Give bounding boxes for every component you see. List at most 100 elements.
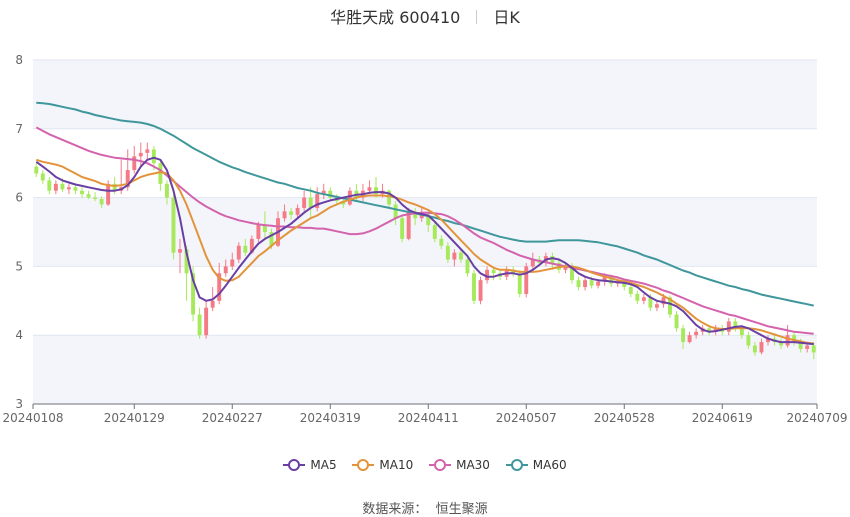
candle-body	[694, 331, 699, 336]
x-axis: 20240108 20240129 20240227 20240319 20240411…	[2, 403, 848, 425]
y-tick-label: 6	[15, 191, 23, 205]
candle-body	[243, 245, 248, 253]
candle	[66, 183, 71, 195]
x-tick-label: 20240528	[594, 411, 655, 425]
legend-swatch-ma30	[429, 459, 452, 471]
candle-body	[681, 328, 686, 343]
x-tick-label: 20240319	[300, 411, 361, 425]
legend-item-ma30[interactable]: MA30	[429, 458, 490, 472]
candle-body	[628, 287, 633, 294]
candle-body	[178, 249, 182, 253]
candle-body	[93, 197, 98, 199]
band-7	[33, 60, 817, 129]
candle-body	[145, 149, 150, 153]
candle-body	[158, 163, 163, 184]
candle-body	[439, 238, 444, 246]
candle	[315, 187, 320, 212]
candle-body	[465, 259, 470, 274]
candle-body	[171, 197, 176, 253]
candle	[733, 318, 738, 332]
candle-body	[99, 198, 104, 205]
candle-body	[295, 207, 300, 215]
x-tick-label: 20240108	[2, 411, 63, 425]
candle-body	[517, 273, 522, 294]
candle-body	[132, 156, 137, 171]
candle-body	[302, 197, 307, 208]
candle-body	[66, 187, 71, 190]
legend-item-ma60[interactable]: MA60	[505, 458, 567, 472]
candle-body	[230, 259, 235, 267]
candle-body	[393, 204, 398, 219]
candle	[197, 307, 202, 339]
y-tick-label: 3	[15, 397, 23, 411]
candle	[674, 311, 679, 332]
candle-body	[223, 266, 228, 274]
x-tick-label: 20240507	[496, 411, 557, 425]
candle-body	[805, 345, 810, 349]
y-tick-label: 8	[15, 53, 23, 67]
candle	[40, 170, 45, 184]
candle-body	[596, 281, 601, 286]
candle	[47, 176, 52, 195]
candle-body	[400, 218, 405, 239]
band-3	[33, 335, 817, 404]
legend-label-ma5: MA5	[310, 458, 337, 472]
legend-swatch-ma10	[352, 459, 375, 471]
candle-body	[445, 245, 450, 260]
background-bands	[33, 60, 817, 404]
candle	[138, 142, 143, 167]
data-source: 数据来源： 恒生聚源	[0, 498, 850, 517]
legend-label-ma10: MA10	[379, 458, 414, 472]
candle-body	[674, 314, 679, 329]
candle-body	[151, 149, 156, 164]
candle-body	[635, 293, 640, 301]
candle-body	[491, 269, 496, 274]
legend-label-ma60: MA60	[532, 458, 567, 472]
candle	[400, 214, 405, 243]
candle-body	[347, 190, 352, 205]
candle-body	[34, 166, 39, 174]
legend-item-ma5[interactable]: MA5	[283, 458, 337, 472]
candle-body	[752, 345, 757, 353]
candle	[641, 293, 646, 305]
candle	[785, 324, 790, 348]
candle-body	[164, 183, 169, 198]
candle-body	[641, 297, 646, 301]
legend-label-ma30: MA30	[456, 458, 490, 472]
candle-body	[739, 328, 744, 336]
candle-body	[210, 300, 215, 308]
candle-body	[432, 225, 437, 239]
candle	[687, 331, 692, 344]
y-tick-label: 4	[15, 328, 23, 342]
source-value: 恒生聚源	[435, 502, 488, 517]
candle-body	[282, 211, 287, 219]
candle-body	[40, 173, 45, 181]
candle	[478, 276, 483, 305]
x-tick-label: 20240129	[104, 411, 165, 425]
legend-item-ma10[interactable]: MA10	[352, 458, 413, 472]
x-tick-label: 20240411	[398, 411, 459, 425]
candle-body	[367, 187, 372, 191]
candle	[217, 262, 222, 305]
candle-body	[406, 211, 411, 239]
candle-body	[726, 321, 731, 332]
candlestick-chart: 345678 20240108 20240129 20240227 20240319 2…	[2, 53, 848, 425]
candle-body	[524, 266, 529, 294]
candle	[583, 276, 588, 291]
candle	[145, 142, 150, 160]
candle-body	[589, 280, 594, 286]
candle-body	[759, 342, 764, 353]
candle-body	[86, 194, 91, 198]
candle-body	[746, 335, 751, 346]
source-label: 数据来源：	[362, 502, 428, 517]
y-tick-label: 7	[15, 122, 23, 136]
candle	[635, 290, 640, 305]
x-tick-label: 20240619	[692, 411, 753, 425]
candle-body	[80, 190, 84, 195]
candle	[524, 262, 529, 298]
candle-body	[60, 183, 65, 190]
legend-swatch-ma60	[505, 459, 528, 471]
candle-body	[478, 280, 483, 301]
candle-body	[204, 307, 209, 336]
candle-body	[47, 180, 52, 191]
